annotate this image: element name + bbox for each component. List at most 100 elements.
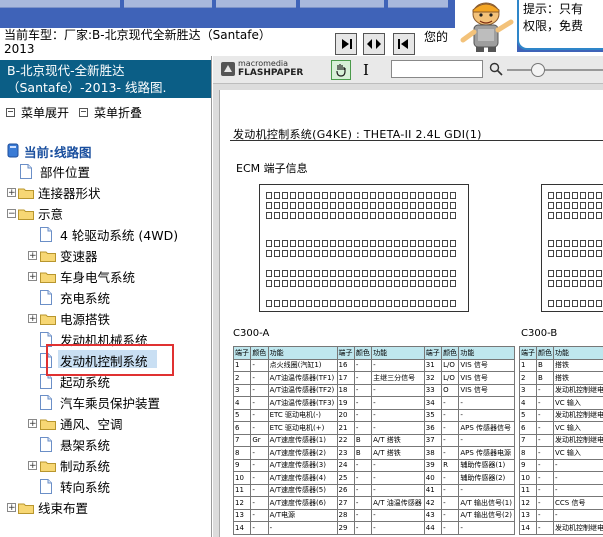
table-row: 12- A/T速度传感器(6) 27- A/T 油温传感器 42- A/T 输出信号(1) [232,496,515,510]
folder-icon [40,314,56,325]
table-cell: - [536,458,554,472]
pin-cell [322,240,328,247]
table-row: 11- A/T速度传感器(5) 26- -41- - [232,483,515,497]
nav-prev-button[interactable] [393,33,415,55]
collapse-toggle-icon[interactable]: − [7,209,16,219]
expand-toggle-icon[interactable]: + [28,314,37,324]
tree-item-label: 制动系统 [60,459,111,474]
tip-box: 提示：只有 权限，免费 [517,0,603,50]
table-cell: A/T速度传感器(5) [267,483,338,497]
nav-next-button[interactable] [335,33,357,55]
tree-item[interactable]: + 连接器形状 [0,182,211,203]
text-select-tool[interactable]: I [359,60,373,80]
pin-cell [548,202,554,209]
table-cell: - [536,383,554,397]
table-row: 13- - [519,508,603,522]
pin-cell [450,300,456,307]
tree-item[interactable]: + 线束布置 [0,497,211,518]
expand-toggle-icon[interactable]: + [28,461,37,471]
search-input[interactable] [391,60,483,78]
banner-tab[interactable] [388,0,448,8]
table-cell: - [371,358,425,372]
table-cell: 13 [519,508,537,522]
pin-cell [548,212,554,219]
pin-cell [580,280,586,287]
table-cell: - [353,421,373,435]
zoom-slider-track[interactable] [507,69,603,71]
root-book-icon [7,143,19,158]
document-icon [40,374,52,389]
pin-cell [322,300,328,307]
banner-tab[interactable] [216,0,296,8]
table-cell: 搭铁 [553,358,603,372]
menu-collapse-button[interactable]: 菜单折叠 [94,104,142,121]
search-icon[interactable] [489,62,503,76]
table-cell: VIS 信号 [458,383,515,397]
tree-item-label: 线束布置 [38,501,89,516]
table-cell: 12 [232,496,252,510]
pin-cell [330,250,336,257]
tree-item[interactable]: + 通风、空调 [0,413,211,434]
table-cell: 28 [336,508,355,522]
menu-expand-button[interactable]: 菜单展开 [21,104,69,121]
tree-item[interactable]: 转向系统 [0,476,211,497]
tree-item[interactable]: 悬架系统 [0,434,211,455]
play-icon [342,39,352,49]
pin-cell [450,240,456,247]
banner-tab[interactable] [124,0,212,8]
tree-item[interactable]: 汽车乘员保护装置 [0,392,211,413]
menu-controls: 菜单展开 菜单折叠 [6,104,142,121]
nav-expand-button[interactable] [363,33,385,55]
table-cell: A/T 搭铁 [371,446,425,460]
pin-cell [290,270,296,277]
banner-tab[interactable] [0,0,120,8]
tree-item-label: 车身电气系统 [60,270,136,285]
pin-cell [354,202,360,209]
tree-item[interactable]: + 电源搭铁 [0,308,211,329]
pin-cell [290,192,296,199]
table-cell: 点火线圈(汽缸1) [267,358,338,372]
tree-root[interactable]: 当前:线路图 [6,142,206,160]
tree-item[interactable]: − 示意 [0,203,211,224]
pin-cell [410,270,416,277]
pin-cell [580,270,586,277]
expand-toggle-icon[interactable]: + [7,503,16,513]
zoom-slider-thumb[interactable] [531,63,545,77]
table-header-row: 端子 颜色 功能 [519,346,603,360]
expand-toggle-icon[interactable]: + [28,419,37,429]
pin-cell [314,270,320,277]
tree-item[interactable]: 充电系统 [0,287,211,308]
table-cell: - [441,521,460,535]
tree-item[interactable]: 部件位置 [0,161,211,182]
flashpaper-logo-icon [221,62,235,76]
tip-line-1: 提示：只有 [523,2,584,16]
pin-cell [282,300,288,307]
pin-cell [266,192,272,199]
tree-item[interactable]: + 变速器 [0,245,211,266]
banner-tab[interactable] [300,0,384,8]
pin-cell [266,300,272,307]
table-cell: - [250,508,269,522]
expand-arrows-icon [367,39,381,49]
pin-cell [330,270,336,277]
tree-item[interactable]: 4 轮驱动系统 (4WD) [0,224,211,245]
hand-tool-button[interactable] [331,60,351,80]
table-cell: 7 [519,433,537,447]
tree-item[interactable]: + 车身电气系统 [0,266,211,287]
table-cell: - [353,521,373,535]
table-cell: B [536,371,554,385]
table-cell: - [458,483,515,497]
tree-item[interactable]: + 制动系统 [0,455,211,476]
pin-cell [266,202,272,209]
expand-toggle-icon[interactable]: + [7,188,16,198]
pin-cell [394,270,400,277]
pin-cell [378,280,384,287]
pin-cell [394,240,400,247]
table-cell: APS 传感器电源 [458,446,515,460]
table-cell: - [371,383,425,397]
table-cell: - [536,508,554,522]
pin-cell [298,300,304,307]
expand-toggle-icon[interactable]: + [28,251,37,261]
expand-toggle-icon[interactable]: + [28,272,37,282]
pin-cell [298,202,304,209]
